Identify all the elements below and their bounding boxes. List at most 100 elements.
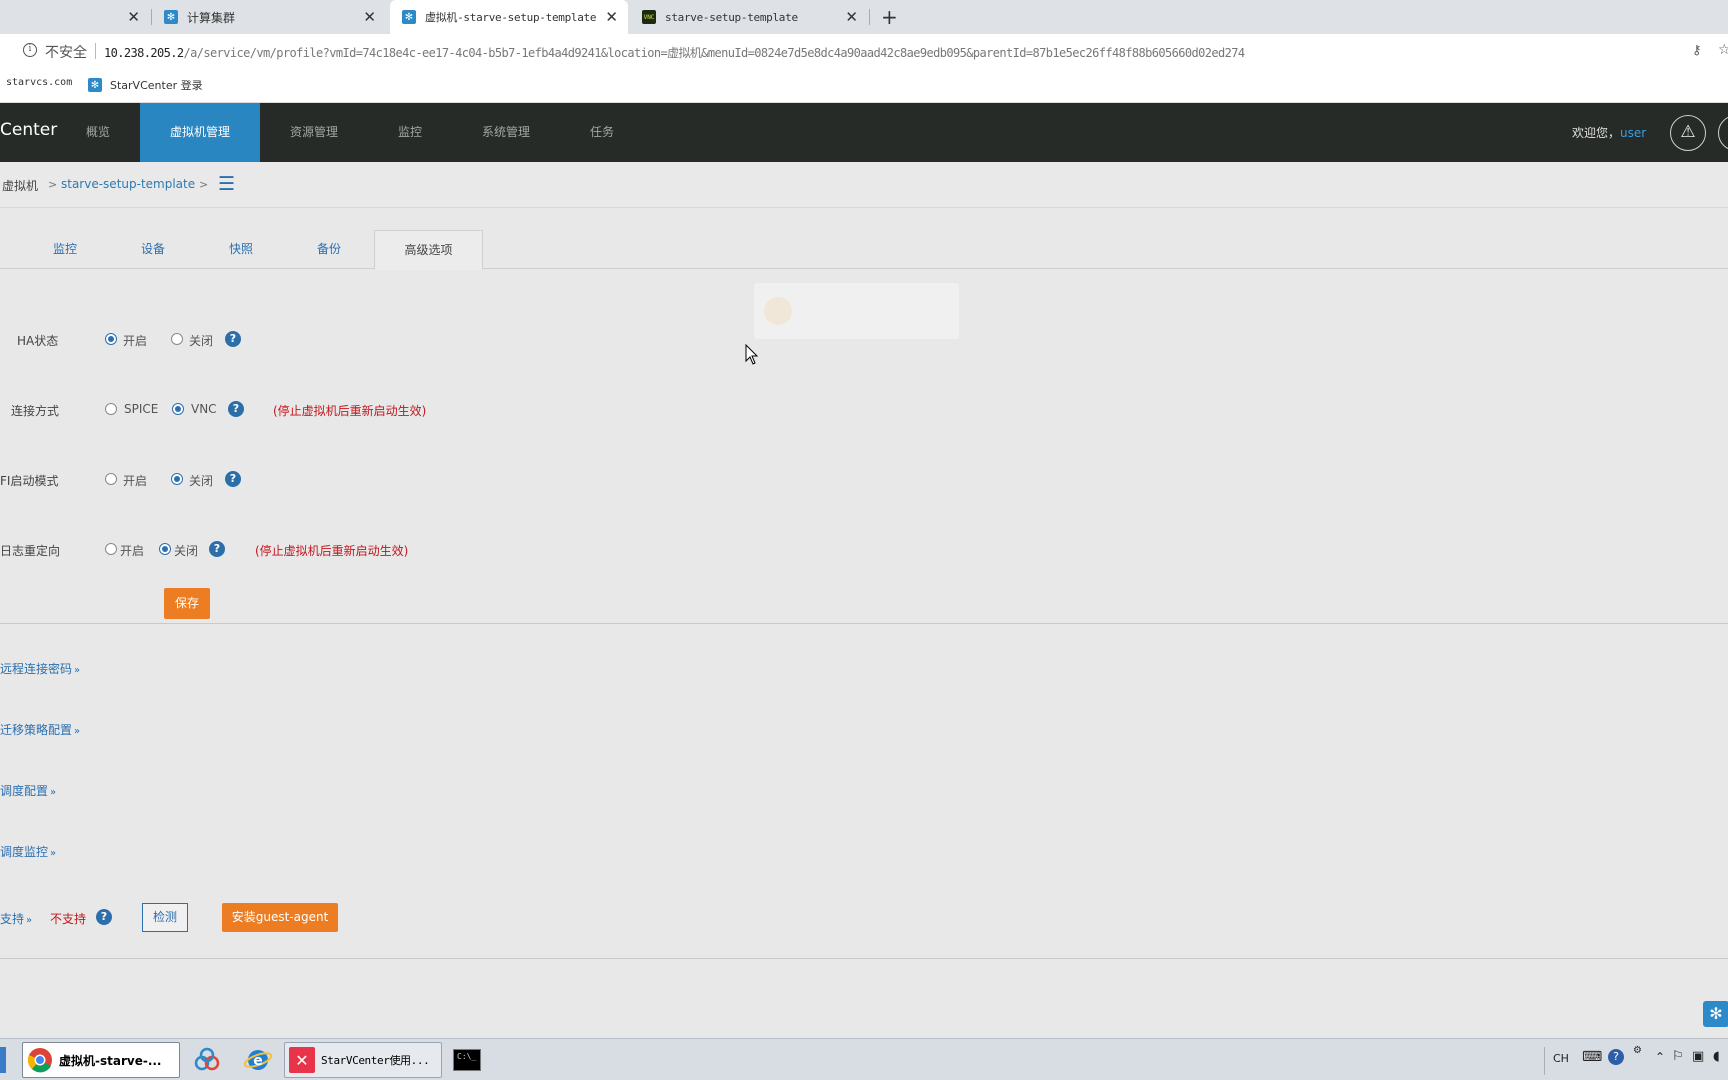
hamburger-menu-icon[interactable]: ☰ (218, 173, 235, 195)
tab-devices[interactable]: 设备 (133, 230, 173, 269)
wps-icon: ✕ (289, 1047, 315, 1073)
new-tab-button[interactable]: + (881, 5, 898, 29)
uefi-off-radio[interactable] (171, 473, 183, 485)
uefi-off-label[interactable]: 关闭 (189, 472, 213, 489)
nav-system-management[interactable]: 系统管理 (470, 103, 542, 162)
start-button[interactable] (0, 1047, 6, 1073)
internet-explorer-icon[interactable]: e (243, 1045, 273, 1075)
bookmark-starvcenter-login[interactable]: ✻ StarVCenter 登录 (88, 77, 203, 93)
divider (0, 623, 1728, 624)
brand-logo[interactable]: Center (0, 120, 57, 140)
bookmark-star-icon[interactable]: ☆ (1718, 42, 1728, 58)
schedule-monitor-link[interactable]: 调度监控» (0, 843, 56, 860)
spice-radio[interactable] (105, 403, 117, 415)
address-bar: i 不安全 10.238.205.2/a/service/vm/profile?… (0, 34, 1728, 68)
help-icon[interactable]: ? (228, 401, 244, 417)
tab-snapshots[interactable]: 快照 (221, 230, 261, 269)
check-button[interactable]: 检测 (142, 903, 188, 932)
log-off-radio[interactable] (159, 543, 171, 555)
faded-toast (754, 283, 959, 339)
help-tray-icon[interactable]: ? (1608, 1049, 1624, 1065)
taskbar-starvcenter-doc[interactable]: ✕ StarVCenter使用... (284, 1042, 442, 1078)
keyboard-icon[interactable]: ⌨ (1582, 1049, 1602, 1065)
network-icon[interactable]: ▣ (1692, 1049, 1704, 1064)
nav-monitoring[interactable]: 监控 (380, 103, 440, 162)
ha-on-radio[interactable] (105, 333, 117, 345)
breadcrumb-separator: > (199, 178, 209, 191)
tab-advanced-options[interactable]: 高级选项 (374, 230, 483, 270)
ha-off-radio[interactable] (171, 333, 183, 345)
address-divider (95, 43, 96, 59)
save-button[interactable]: 保存 (164, 588, 210, 619)
help-icon[interactable]: ? (225, 331, 241, 347)
bookmark-label: starvcs.com (6, 77, 73, 88)
log-on-label[interactable]: 开启 (120, 542, 144, 559)
log-redirect-label: 日志重定向 (0, 544, 61, 558)
close-icon[interactable]: ✕ (127, 9, 140, 25)
ha-on-label[interactable]: 开启 (123, 332, 147, 349)
browser-tab-1[interactable]: ✕ (0, 0, 150, 34)
log-on-radio[interactable] (105, 543, 117, 555)
nav-tasks[interactable]: 任务 (572, 103, 632, 162)
nav-vm-management[interactable]: 虚拟机管理 (140, 103, 260, 162)
chevron-right-icon: » (50, 848, 57, 859)
info-icon[interactable]: i (23, 43, 37, 57)
vnc-radio[interactable] (172, 403, 184, 415)
install-guest-agent-button[interactable]: 安装guest-agent (222, 903, 338, 932)
restart-note: (停止虚拟机后重新启动生效) (255, 544, 409, 558)
nav-resource-management[interactable]: 资源管理 (268, 103, 360, 162)
chevron-right-icon: » (74, 726, 81, 737)
input-language[interactable]: CH (1553, 1052, 1569, 1065)
starvcenter-logo-icon[interactable]: ✻ (1703, 1001, 1728, 1027)
vnc-label[interactable]: VNC (191, 402, 217, 416)
uefi-on-label[interactable]: 开启 (123, 472, 147, 489)
section-title: 迁移策略配置 (0, 723, 73, 737)
key-icon[interactable]: ⚷ (1692, 43, 1702, 58)
uefi-on-radio[interactable] (105, 473, 117, 485)
guest-agent-support-link[interactable]: 支持» (0, 910, 32, 927)
url-input[interactable]: 10.238.205.2/a/service/vm/profile?vmId=7… (104, 44, 1245, 61)
help-icon[interactable]: ? (96, 909, 112, 925)
log-off-label[interactable]: 关闭 (174, 542, 198, 559)
browser-tab-2[interactable]: ✻ 计算集群 ✕ (152, 0, 386, 34)
tray-divider (1544, 1047, 1545, 1075)
divider (0, 958, 1728, 959)
browser-tab-4[interactable]: VNC starve-setup-template ✕ (630, 0, 868, 34)
remote-password-link[interactable]: 远程连接密码» (0, 660, 80, 677)
breadcrumb-vm[interactable]: starve-setup-template (61, 177, 195, 191)
browser-tab-strip: ✕ ✻ 计算集群 ✕ ✻ 虚拟机-starve-setup-template ✕… (0, 0, 1728, 34)
alert-icon[interactable]: ⚠ (1670, 115, 1706, 151)
help-icon[interactable]: ? (209, 541, 225, 557)
help-icon[interactable]: ? (225, 471, 241, 487)
vm-tabs: 监控 设备 快照 备份 高级选项 (0, 208, 1728, 270)
close-icon[interactable]: ✕ (363, 9, 376, 25)
bookmark-starvcs[interactable]: starvcs.com (6, 77, 72, 88)
migration-policy-link[interactable]: 迁移策略配置» (0, 721, 80, 738)
breadcrumb-root[interactable]: 虚拟机 (2, 177, 38, 194)
taskbar-chrome[interactable]: 虚拟机-starve-... (22, 1042, 180, 1078)
windows-taskbar: 虚拟机-starve-... e ✕ StarVCenter使用... C:\_… (0, 1038, 1728, 1080)
starvcenter-favicon-icon: ✻ (88, 78, 102, 92)
tab-backup[interactable]: 备份 (309, 230, 349, 269)
close-icon[interactable]: ✕ (845, 9, 858, 25)
starv-app-icon[interactable] (192, 1045, 222, 1075)
browser-tab-active[interactable]: ✻ 虚拟机-starve-setup-template ✕ (390, 0, 628, 34)
nav-overview[interactable]: 概览 (56, 103, 140, 162)
show-hidden-icons[interactable]: ⌃ (1655, 1050, 1665, 1064)
flag-icon[interactable]: ⚐ (1672, 1049, 1684, 1064)
ha-off-label[interactable]: 关闭 (189, 332, 213, 349)
taskbar-label: StarVCenter使用... (321, 1054, 430, 1067)
cmd-icon[interactable]: C:\_ (452, 1045, 482, 1075)
tray-settings-icon[interactable]: ⚙ (1633, 1045, 1642, 1056)
spice-label[interactable]: SPICE (124, 402, 158, 416)
tab-monitor[interactable]: 监控 (45, 230, 85, 269)
username-link[interactable]: user (1620, 126, 1646, 140)
volume-icon[interactable]: ◖ (1713, 1049, 1720, 1064)
schedule-config-link[interactable]: 调度配置» (0, 782, 56, 799)
tab-divider (869, 9, 870, 25)
power-icon[interactable] (1718, 115, 1728, 151)
close-icon[interactable]: ✕ (605, 9, 618, 25)
not-secure-label[interactable]: 不安全 (45, 42, 87, 62)
connection-mode-label: 连接方式 (11, 404, 60, 418)
toast-icon (764, 297, 792, 325)
